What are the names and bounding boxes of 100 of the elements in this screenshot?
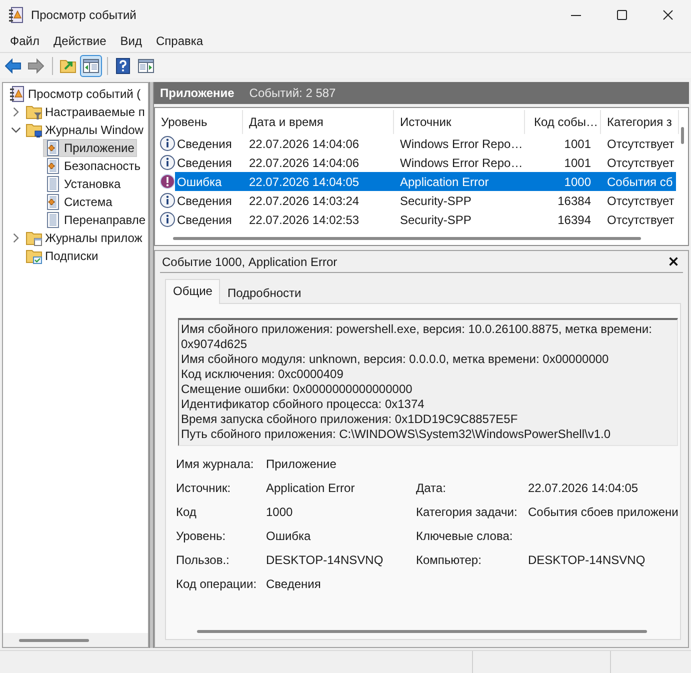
field-value: 22.07.2026 14:04:05 bbox=[528, 481, 640, 495]
description-text: Код исключения: 0xc0000409 bbox=[181, 367, 344, 382]
event-row[interactable]: Сведения 22.07.2026 14:04:06 Windows Error Repo… 1001 Отсутствует bbox=[155, 134, 676, 153]
table-cell-text: Ошибка bbox=[177, 174, 223, 188]
window-title: Просмотр событий bbox=[31, 8, 138, 22]
field-value: Приложение bbox=[266, 457, 338, 471]
event-row[interactable]: Сведения 22.07.2026 14:02:53 Security-SPP 16394 Отсутствует bbox=[155, 210, 676, 229]
field-label: Код операции: bbox=[176, 577, 258, 591]
table-cell-text: Windows Error Repo… bbox=[399, 156, 524, 170]
field-label: Источник: bbox=[176, 481, 232, 495]
arrow-left-icon bbox=[5, 58, 21, 74]
log-book-icon bbox=[8, 7, 24, 23]
log-title: Приложение bbox=[160, 86, 234, 100]
tab[interactable]: Общие bbox=[165, 279, 220, 304]
tree-item[interactable]: Система bbox=[43, 193, 116, 211]
toolbar-button[interactable] bbox=[80, 54, 102, 76]
chevron-down-icon[interactable] bbox=[10, 127, 20, 133]
tree-item[interactable]: Журналы Window bbox=[24, 121, 146, 139]
panel-icon bbox=[83, 58, 99, 74]
document-icon bbox=[45, 158, 61, 174]
folder-filter-icon bbox=[26, 104, 42, 120]
field-value: 1000 bbox=[266, 505, 294, 519]
table-cell-text: 1001 bbox=[563, 136, 592, 150]
menu-item[interactable]: Файл bbox=[3, 32, 47, 50]
close-icon bbox=[663, 10, 673, 20]
description-text: Имя сбойного приложения: powershell.exe, версия: 10.0.26100.8875, метка времени: 0x9074d625 bbox=[181, 322, 653, 352]
field-value: Application Error bbox=[266, 481, 356, 495]
table-cell-text: Отсутствует bbox=[606, 136, 676, 150]
table-cell-text: Отсутствует bbox=[606, 212, 676, 226]
field-value: DESKTOP-14NSVNQ bbox=[266, 553, 384, 567]
table-cell-text: События сб bbox=[606, 174, 674, 188]
field-label: Уровень: bbox=[176, 529, 227, 543]
menu-item[interactable]: Действие bbox=[46, 32, 114, 50]
description-text: Имя сбойного модуля: unknown, версия: 0.0.0.0, метка времени: 0x00000000 bbox=[181, 352, 610, 367]
help-icon bbox=[115, 58, 131, 74]
log-book-icon bbox=[9, 86, 25, 102]
field-value: Сведения bbox=[266, 577, 322, 591]
table-cell-text: 1000 bbox=[563, 174, 592, 188]
table-cell-text: 16384 bbox=[556, 194, 592, 208]
scrollbar-thumb[interactable] bbox=[19, 638, 89, 642]
table-cell-text: Security-SPP bbox=[399, 194, 472, 208]
tree-item[interactable]: Приложение bbox=[43, 139, 138, 157]
field-label: Имя журнала: bbox=[176, 457, 255, 471]
scrollbar-thumb[interactable] bbox=[680, 127, 684, 144]
info-icon bbox=[160, 212, 175, 227]
chevron-right-icon[interactable] bbox=[12, 233, 18, 243]
table-cell-text: 22.07.2026 14:03:24 bbox=[248, 194, 360, 208]
document-icon bbox=[45, 194, 61, 210]
tree-item[interactable]: Перенаправле bbox=[43, 211, 148, 229]
folder-arrow-icon bbox=[60, 58, 76, 74]
description-text: Путь сбойного приложения: C:\WINDOWS\System32\WindowsPowerShell\v1.0 bbox=[181, 427, 612, 442]
table-cell-text: Сведения bbox=[177, 156, 233, 170]
scrollbar-thumb[interactable] bbox=[173, 236, 641, 240]
folder-icon bbox=[26, 230, 42, 246]
field-value: DESKTOP-14NSVNQ bbox=[528, 553, 646, 567]
table-cell-text: 22.07.2026 14:04:06 bbox=[248, 156, 360, 170]
field-value: Ошибка bbox=[266, 529, 312, 543]
field-label: Ключевые слова: bbox=[416, 529, 514, 543]
tree-item[interactable]: Установка bbox=[43, 175, 124, 193]
table-cell-text: Отсутствует bbox=[606, 194, 676, 208]
table-cell-text: Сведения bbox=[177, 136, 233, 150]
error-icon bbox=[160, 174, 175, 189]
scrollbar-thumb[interactable] bbox=[197, 630, 647, 632]
table-cell-text: 22.07.2026 14:02:53 bbox=[248, 212, 360, 226]
tree-item[interactable]: Безопасность bbox=[43, 157, 144, 175]
field-label: Компьютер: bbox=[416, 553, 482, 567]
field-label: Дата: bbox=[416, 481, 447, 495]
table-cell-text: Security-SPP bbox=[399, 212, 472, 226]
panel-icon bbox=[138, 58, 154, 74]
field-label: Код bbox=[176, 505, 198, 519]
info-icon bbox=[160, 136, 175, 151]
detail-title: Событие 1000, Application Error bbox=[161, 254, 338, 268]
table-cell-text: 16394 bbox=[556, 212, 592, 226]
chevron-right-icon[interactable] bbox=[12, 107, 18, 117]
tree-item[interactable]: Просмотр событий ( bbox=[7, 85, 144, 103]
description-text: Идентификатор сбойного процесса: 0x1374 bbox=[181, 397, 426, 412]
info-icon bbox=[160, 155, 175, 170]
event-row[interactable]: Сведения 22.07.2026 14:04:06 Windows Error Repo… 1001 Отсутствует bbox=[155, 153, 676, 172]
table-cell-text: 22.07.2026 14:04:06 bbox=[248, 136, 360, 150]
table-cell-text: Сведения bbox=[177, 212, 233, 226]
description-text: Время запуска сбойного приложения: 0x1DD19C9C8857E5F bbox=[181, 412, 519, 427]
tree-item[interactable]: Настраиваемые п bbox=[24, 103, 148, 121]
tree-item[interactable]: Журналы прилож bbox=[24, 229, 146, 247]
info-icon bbox=[160, 193, 175, 208]
document-icon bbox=[45, 140, 61, 156]
tab[interactable]: Подробности bbox=[220, 282, 308, 303]
document-icon bbox=[45, 212, 61, 228]
event-row[interactable]: Сведения 22.07.2026 14:03:24 Security-SPP 16384 Отсутствует bbox=[155, 191, 676, 210]
menu-item[interactable]: Вид bbox=[113, 32, 149, 50]
field-label: Пользов.: bbox=[176, 553, 230, 567]
field-label: Категория задачи: bbox=[416, 505, 518, 519]
table-cell-text: Application Error bbox=[399, 174, 490, 188]
folder-icon bbox=[26, 248, 42, 264]
description-text: Смещение ошибки: 0x0000000000000000 bbox=[181, 382, 414, 397]
table-cell-text: Сведения bbox=[177, 194, 233, 208]
maximize-icon bbox=[617, 10, 627, 20]
menu-item[interactable]: Справка bbox=[149, 32, 210, 50]
field-value: События сбоев приложени bbox=[528, 505, 680, 519]
tree-item[interactable]: Подписки bbox=[24, 247, 102, 265]
table-cell-text: Отсутствует bbox=[606, 156, 676, 170]
